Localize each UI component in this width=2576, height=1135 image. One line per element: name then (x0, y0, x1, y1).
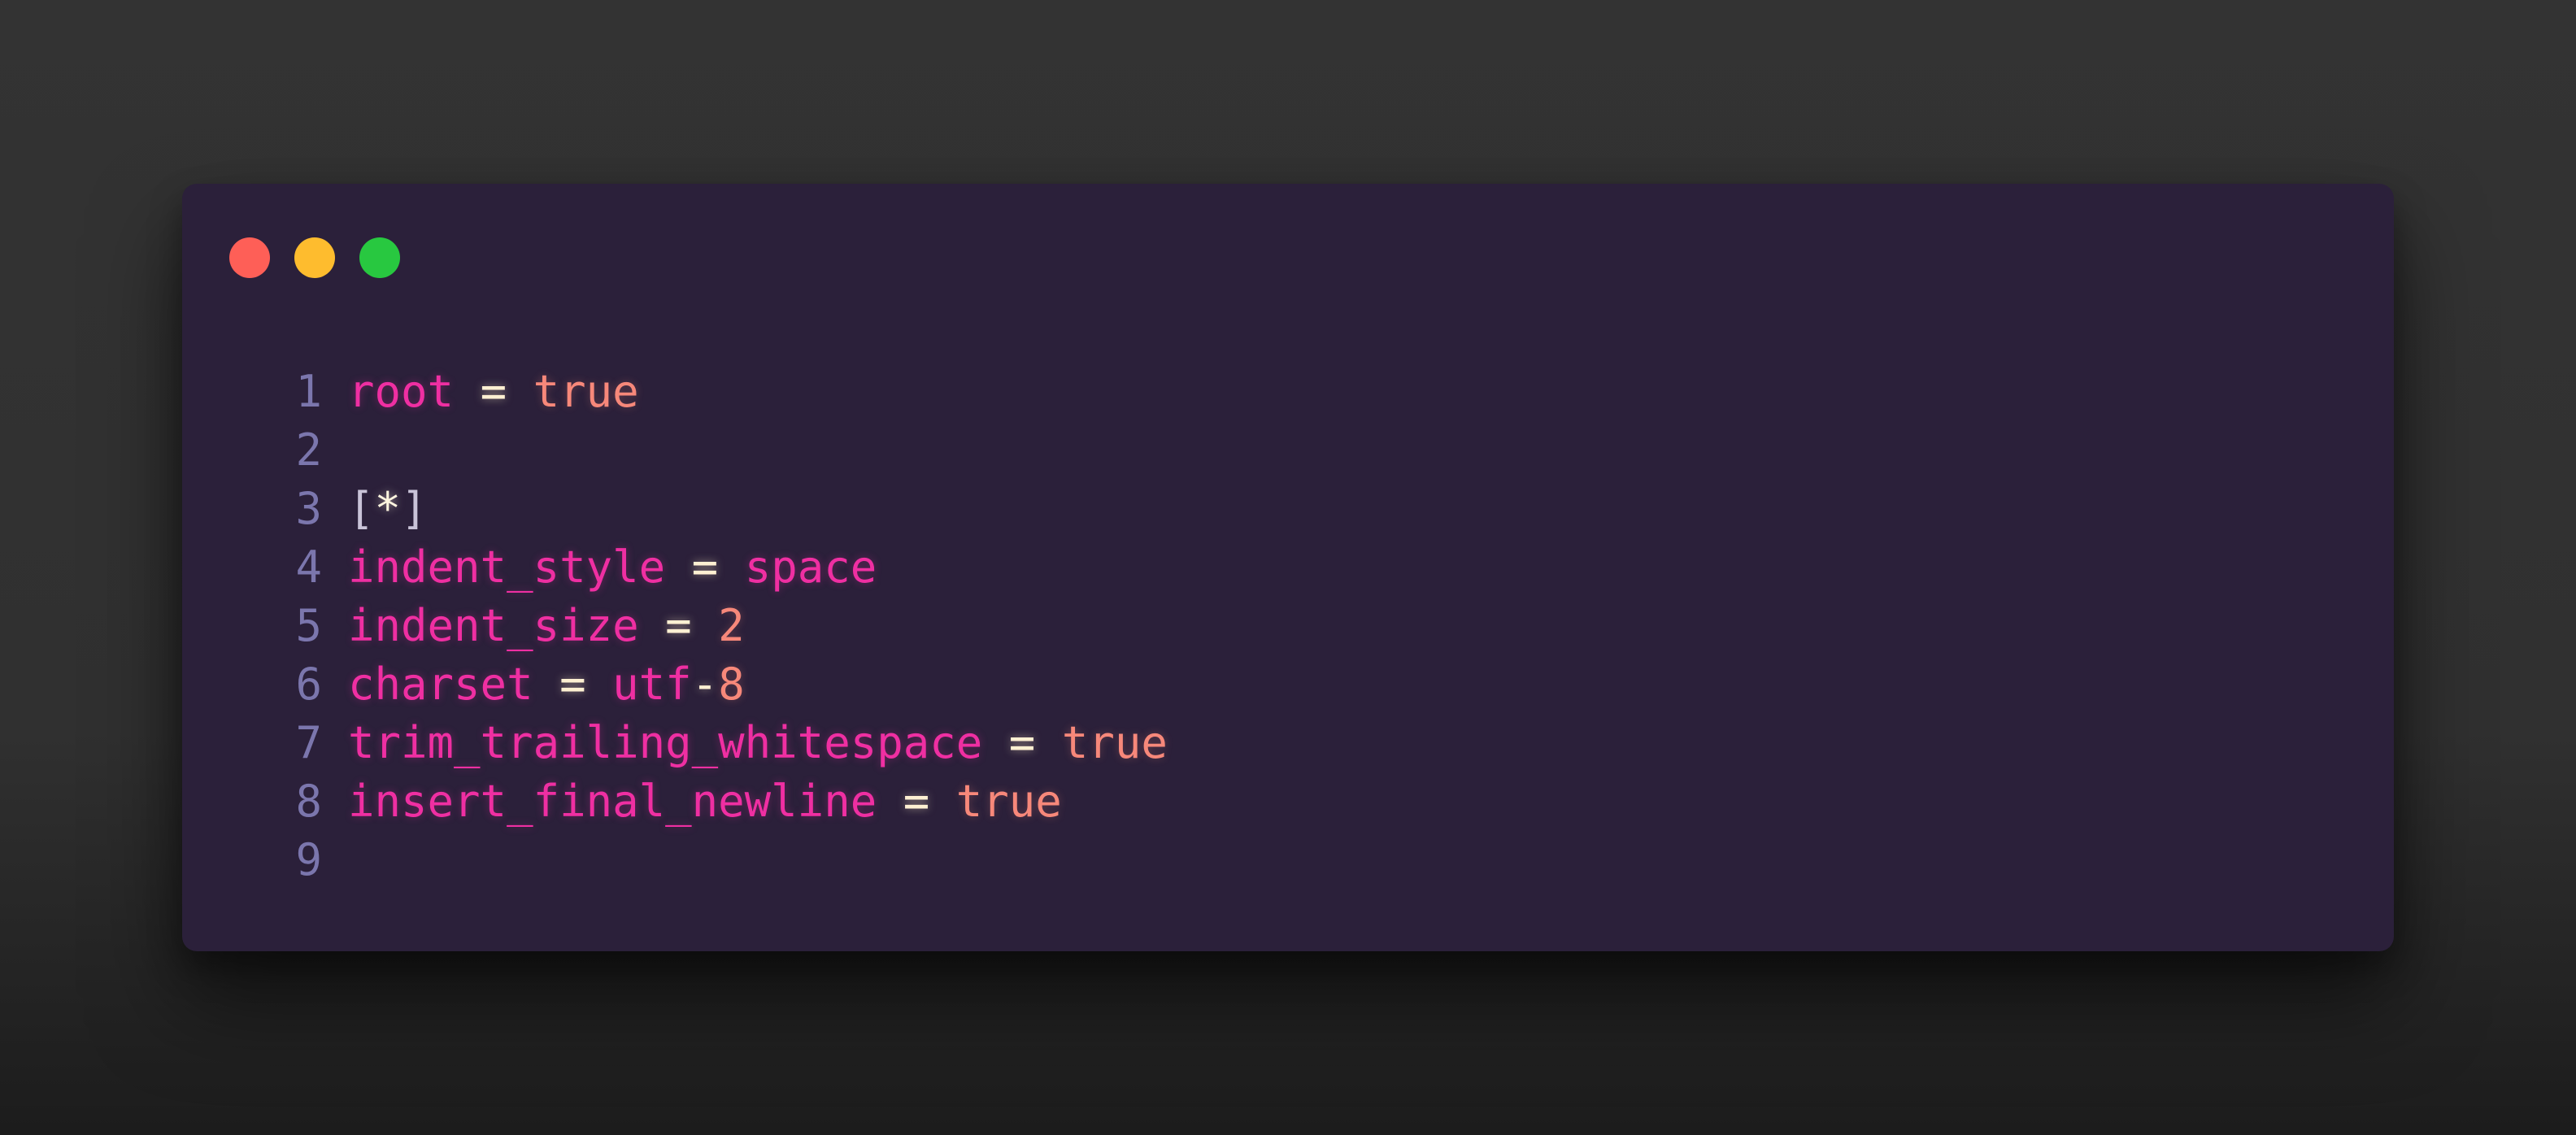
line-content: root = true (348, 363, 639, 421)
line-number: 1 (295, 366, 322, 417)
line-content: indent_style = space (348, 538, 877, 597)
line-content: [*] (348, 480, 428, 538)
code-token: 8 (718, 659, 745, 710)
code-token: true (955, 776, 1062, 827)
code-token: = (480, 366, 507, 417)
code-line: 2 (263, 421, 1168, 480)
line-number: 2 (295, 424, 322, 476)
code-line: 9 (263, 831, 1168, 889)
code-line: 8 insert_final_newline = true (263, 772, 1168, 831)
line-number: 9 (295, 834, 322, 885)
code-token: indent_style (348, 541, 666, 593)
code-line: 1 root = true (263, 363, 1168, 421)
code-line: 7 trim_trailing_whitespace = true (263, 714, 1168, 772)
code-token: trim_trailing_whitespace (348, 717, 983, 768)
code-token: root (348, 366, 455, 417)
code-token: * (374, 483, 402, 534)
line-content: indent_size = 2 (348, 597, 745, 655)
line-number: 6 (295, 659, 322, 710)
line-content: trim_trailing_whitespace = true (348, 714, 1168, 772)
code-token: indent_size (348, 600, 639, 651)
line-number: 5 (295, 600, 322, 651)
code-line: 4 indent_style = space (263, 538, 1168, 597)
code-token: = (691, 541, 719, 593)
code-token: true (533, 366, 639, 417)
minimize-button[interactable] (294, 237, 335, 278)
code-token: = (903, 776, 930, 827)
code-line: 5 indent_size = 2 (263, 597, 1168, 655)
code-line: 3 [*] (263, 480, 1168, 538)
line-content: charset = utf-8 (348, 655, 745, 714)
code-token: ] (401, 483, 428, 534)
code-window: 1 root = true 2 3 [*] 4 indent_style = space 5 i… (182, 184, 2394, 951)
code-block: 1 root = true 2 3 [*] 4 indent_style = space 5 i… (263, 363, 1168, 889)
code-token: 2 (718, 600, 745, 651)
code-token: = (559, 659, 586, 710)
code-token: charset (348, 659, 533, 710)
code-token: space (744, 541, 877, 593)
zoom-button[interactable] (359, 237, 400, 278)
line-number: 4 (295, 541, 322, 593)
line-number: 8 (295, 776, 322, 827)
code-token: true (1061, 717, 1168, 768)
window-controls (229, 237, 400, 278)
line-number: 3 (295, 483, 322, 534)
code-token: utf (612, 659, 692, 710)
code-token: - (691, 659, 719, 710)
code-token: [ (348, 483, 375, 534)
line-number: 7 (295, 717, 322, 768)
code-line: 6 charset = utf-8 (263, 655, 1168, 714)
code-token: insert_final_newline (348, 776, 877, 827)
close-button[interactable] (229, 237, 270, 278)
code-token: = (665, 600, 692, 651)
code-token: = (1008, 717, 1036, 768)
line-content: insert_final_newline = true (348, 772, 1062, 831)
